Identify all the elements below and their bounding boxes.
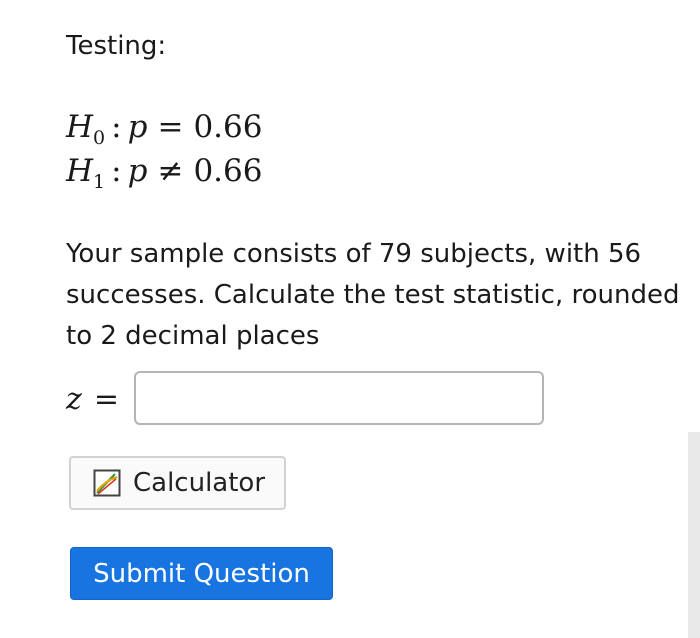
question-line: to 2 decimal places — [66, 321, 320, 351]
question-line: Your sample consists of 79 subjects, wit… — [66, 239, 642, 269]
null-h-subscript: 0 — [93, 127, 106, 149]
alt-h-symbol: H — [66, 153, 94, 189]
alt-variable: p — [127, 153, 148, 189]
answer-equals: = — [93, 382, 119, 417]
answer-variable: z — [66, 382, 82, 417]
alt-operator: ≠ — [157, 153, 184, 189]
question-text: Your sample consists of 79 subjects, wit… — [66, 234, 700, 357]
null-variable: p — [127, 109, 148, 145]
question-line: successes. Calculate the test statistic,… — [66, 280, 680, 310]
null-separator: : — [111, 109, 122, 145]
calculator-button-label: Calculator — [133, 468, 266, 498]
alt-separator: : — [111, 153, 122, 189]
alt-h-subscript: 1 — [93, 171, 106, 193]
null-h-symbol: H — [66, 109, 94, 145]
side-panel-edge — [688, 432, 700, 638]
submit-question-button[interactable]: Submit Question — [70, 547, 333, 600]
null-value: 0.66 — [193, 109, 263, 145]
alt-value: 0.66 — [193, 153, 263, 189]
submit-button-label: Submit Question — [93, 558, 310, 589]
calculator-graph-icon — [93, 469, 121, 497]
answer-input[interactable] — [134, 371, 544, 425]
answer-label: z = — [66, 380, 119, 420]
alternative-hypothesis: H1: p ≠ 0.66 — [66, 151, 262, 202]
null-operator: = — [157, 109, 184, 145]
calculator-button[interactable]: Calculator — [69, 456, 286, 510]
section-heading: Testing: — [66, 31, 167, 61]
